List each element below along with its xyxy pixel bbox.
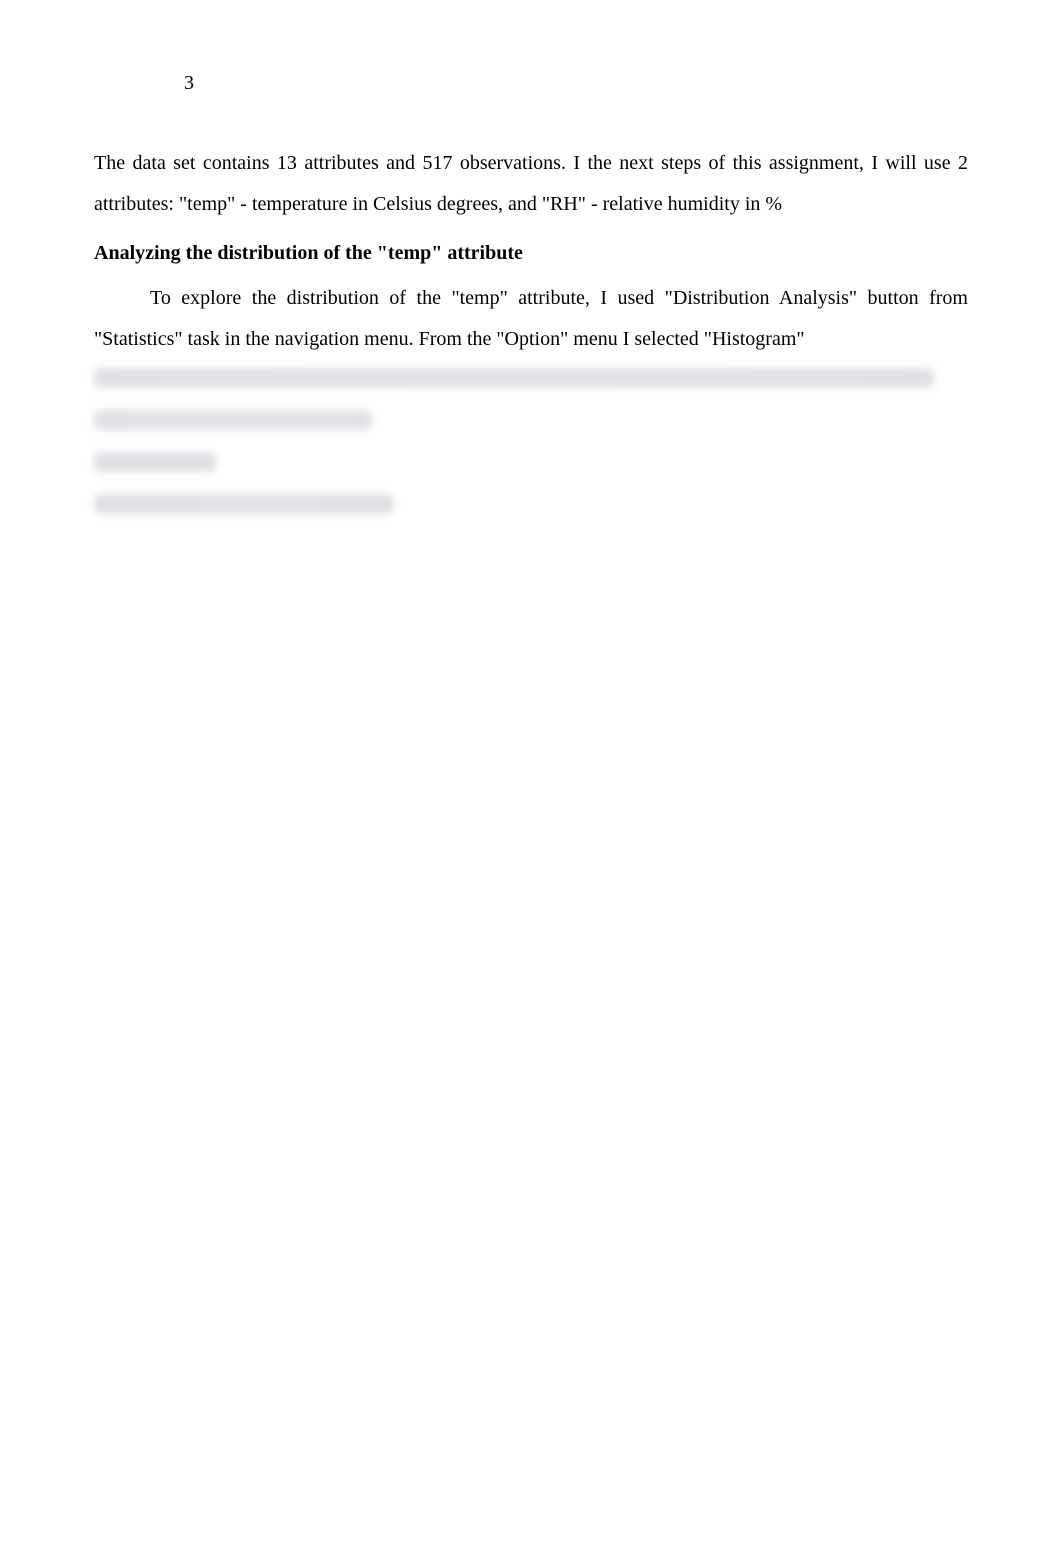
document-page: 3 The data set contains 13 attributes an… <box>0 0 1062 630</box>
heading-analyzing-temp: Analyzing the distribution of the "temp"… <box>94 233 968 274</box>
redacted-line <box>94 452 216 472</box>
page-number: 3 <box>184 72 968 95</box>
redacted-line <box>94 410 372 430</box>
paragraph-dataset-description: The data set contains 13 attributes and … <box>94 143 968 225</box>
redacted-line <box>94 368 934 388</box>
redacted-line <box>94 494 394 514</box>
redacted-content-block <box>94 368 968 514</box>
paragraph-explore-distribution: To explore the distribution of the "temp… <box>94 278 968 360</box>
